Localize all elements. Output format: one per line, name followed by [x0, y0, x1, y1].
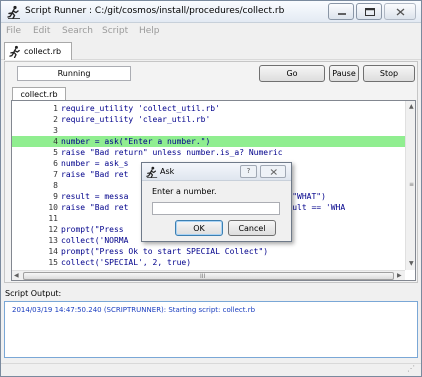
line-number: 7 [53, 170, 58, 179]
line-number: 4 [53, 137, 58, 146]
dialog-close-button[interactable] [260, 165, 286, 178]
scroll-grip-icon: III [200, 273, 206, 280]
menu-edit[interactable]: Edit [33, 26, 50, 36]
menu-help[interactable]: Help [139, 26, 160, 36]
tab-collect-rb[interactable]: collect.rb [4, 42, 72, 60]
horizontal-scroll-thumb[interactable]: III [23, 272, 394, 280]
script-output-box[interactable]: 2014/03/19 14:47:50.240 (SCRIPTRUNNER): … [4, 301, 418, 358]
status-bar: ⋰ [1, 363, 421, 376]
running-man-icon [9, 45, 22, 60]
line-code: number = ask("Enter a number.") [61, 137, 211, 146]
line-number: 9 [53, 192, 58, 201]
code-line: 3 [12, 125, 405, 136]
line-code: require_utility 'clear_util.rb' [61, 115, 211, 124]
line-number: 3 [53, 126, 58, 135]
code-line: 14 prompt("Press Ok to start SPECIAL Coll… [12, 246, 405, 257]
menu-bar: File Edit Search Script Help [1, 24, 421, 40]
line-number: 12 [48, 225, 58, 234]
go-button[interactable]: Go [259, 65, 325, 82]
maximize-button[interactable] [356, 3, 382, 20]
dialog-prompt: Enter a number. [152, 187, 217, 196]
close-button[interactable] [384, 3, 416, 20]
ask-dialog: Ask ? Enter a number. OK Cancel [141, 162, 292, 242]
line-code: prompt("Press Ok to start SPECIAL Collec… [61, 247, 269, 256]
horizontal-scrollbar[interactable]: ◀ III ▶ [12, 270, 405, 280]
code-line: 2 require_utility 'clear_util.rb' [12, 114, 405, 125]
file-tab-collect-rb[interactable]: collect.rb [12, 87, 66, 101]
line-number: 13 [48, 236, 58, 245]
running-man-icon [146, 166, 158, 180]
line-number: 10 [48, 203, 58, 212]
line-number: 8 [53, 181, 58, 190]
line-code: number = ask_s [61, 159, 129, 168]
line-number: 5 [53, 148, 58, 157]
dialog-title: Ask [160, 167, 175, 176]
code-line-highlighted: 4 number = ask("Enter a number.") [12, 136, 405, 147]
window-title: Script Runner : C:/git/cosmos/install/pr… [25, 6, 285, 16]
ok-button[interactable]: OK [175, 220, 223, 236]
running-man-icon [7, 5, 21, 20]
scroll-down-icon[interactable]: ▼ [409, 260, 414, 268]
scroll-left-icon[interactable]: ◀ [14, 272, 19, 280]
output-line: 2014/03/19 14:47:50.240 (SCRIPTRUNNER): … [12, 306, 256, 314]
script-runner-window: Script Runner : C:/git/cosmos/install/pr… [0, 0, 422, 377]
number-input[interactable] [152, 202, 280, 215]
minimize-button[interactable] [328, 3, 354, 20]
resize-grip-icon[interactable]: ⋰ [407, 364, 415, 373]
cancel-button[interactable]: Cancel [228, 220, 276, 236]
code-line: 15 collect('SPECIAL', 2, true) [12, 257, 405, 268]
tab-label: collect.rb [24, 47, 62, 56]
line-number: 15 [48, 258, 58, 267]
script-output-label: Script Output: [5, 289, 62, 298]
menu-file[interactable]: File [6, 26, 21, 36]
title-bar[interactable]: Script Runner : C:/git/cosmos/install/pr… [1, 1, 421, 23]
line-number: 2 [53, 115, 58, 124]
menu-script[interactable]: Script [102, 26, 128, 36]
line-code: collect('SPECIAL', 2, true) [61, 258, 192, 267]
help-button[interactable]: ? [240, 165, 257, 178]
code-line: 5 raise "Bad return" unless number.is_a? … [12, 147, 405, 158]
line-code: collect('NORMA [61, 236, 129, 245]
line-number: 14 [48, 247, 58, 256]
line-code: raise "Bad return" unless number.is_a? N… [61, 148, 283, 157]
scroll-up-icon[interactable]: ▲ [409, 103, 414, 111]
menu-search[interactable]: Search [62, 26, 93, 36]
line-number: 11 [48, 214, 58, 223]
line-number: 1 [53, 104, 58, 113]
vertical-scrollbar[interactable]: ▲ ≡ ▼ [405, 101, 415, 270]
pause-button[interactable]: Pause [329, 65, 359, 82]
code-line: 1 require_utility 'collect_util.rb' [12, 103, 405, 114]
scroll-right-icon[interactable]: ▶ [397, 272, 402, 280]
line-code: require_utility 'collect_util.rb' [61, 104, 220, 113]
dialog-title-bar[interactable]: Ask ? [142, 163, 291, 181]
scroll-grip-icon: ≡ [409, 181, 415, 188]
tab-bar: collect.rb [1, 40, 421, 60]
stop-button[interactable]: Stop [363, 65, 415, 82]
line-number: 6 [53, 159, 58, 168]
script-state-field: Running [17, 66, 131, 81]
